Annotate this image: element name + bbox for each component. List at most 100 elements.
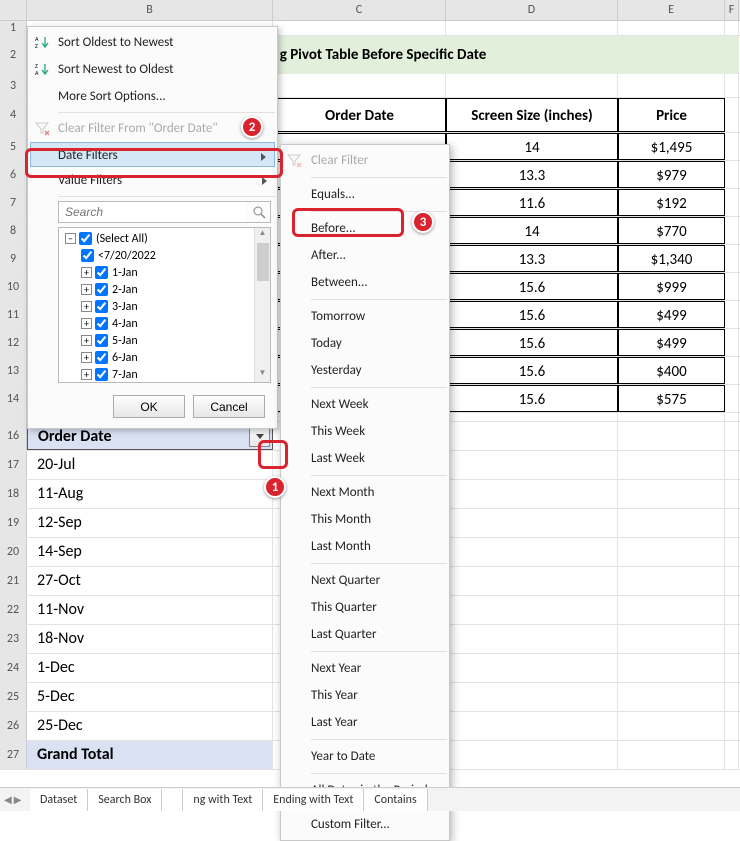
ok-button[interactable]: OK [113,395,185,418]
row-header[interactable]: 13 [0,357,27,384]
cell-price[interactable]: $575 [618,385,725,412]
row-header[interactable]: 27 [0,741,27,769]
row-header[interactable]: 10 [0,273,27,300]
sheet-tab[interactable] [162,789,183,811]
row-header[interactable]: 22 [0,596,27,624]
row-header[interactable]: 2 [0,36,27,73]
filter-checkbox[interactable] [81,249,94,262]
tab-nav-arrows[interactable]: ◀▶ [4,793,21,806]
row-header[interactable]: 20 [0,538,27,566]
cell-screen-size[interactable]: 11.6 [446,189,618,216]
filter-checkbox[interactable] [95,368,108,381]
row-header[interactable]: 6 [0,161,27,188]
filter-value-item[interactable]: +3-Jan [61,298,268,315]
select-all-corner[interactable] [0,0,27,20]
sort-newest-oldest[interactable]: ZA Sort Newest to Oldest [30,56,275,83]
filter-values-tree[interactable]: −(Select All)<7/20/2022+1-Jan+2-Jan+3-Ja… [58,227,271,383]
row-header[interactable]: 1 [0,21,27,35]
filter-value-item[interactable]: +6-Jan [61,349,268,366]
col-header-C[interactable]: C [273,0,446,20]
filter-value-item[interactable]: +4-Jan [61,315,268,332]
sort-oldest-newest[interactable]: AZ Sort Oldest to Newest [30,29,275,56]
filter-checkbox[interactable] [95,334,108,347]
sub-after[interactable]: After... [283,242,447,269]
sub-next-week[interactable]: Next Week [283,391,447,418]
filter-checkbox[interactable] [95,300,108,313]
sub-next-year[interactable]: Next Year [283,655,447,682]
value-filters[interactable]: Value Filters [30,167,275,194]
collapse-icon[interactable]: − [65,233,76,244]
date-filters[interactable]: Date Filters [30,142,275,167]
cell-price[interactable]: $979 [618,161,725,188]
row-header[interactable]: 8 [0,217,27,244]
cell-price[interactable]: $770 [618,217,725,244]
sub-next-month[interactable]: Next Month [283,479,447,506]
sub-last-quarter[interactable]: Last Quarter [283,621,447,648]
sub-this-quarter[interactable]: This Quarter [283,594,447,621]
cell-screen-size[interactable]: 15.6 [446,301,618,328]
sub-yesterday[interactable]: Yesterday [283,357,447,384]
row-header[interactable]: 14 [0,385,27,412]
col-header-F[interactable]: F [725,0,739,20]
filter-checkbox[interactable] [95,351,108,364]
row-header[interactable] [0,413,27,421]
filter-checkbox[interactable] [95,266,108,279]
row-header[interactable]: 16 [0,422,27,450]
row-header[interactable]: 9 [0,245,27,272]
pivot-row-label[interactable]: 11-Nov [27,596,273,624]
cell-price[interactable]: $499 [618,329,725,356]
row-header[interactable]: 17 [0,451,27,479]
sub-between[interactable]: Between... [283,269,447,296]
filter-value-item[interactable]: +5-Jan [61,332,268,349]
sub-next-quarter[interactable]: Next Quarter [283,567,447,594]
filter-search-box[interactable] [58,201,271,223]
pivot-row-label[interactable]: 25-Dec [27,712,273,740]
cell-price[interactable]: $499 [618,301,725,328]
expand-icon[interactable]: + [81,318,92,329]
scrollbar[interactable]: ▲ ▼ [254,228,270,382]
filter-value-item[interactable]: +1-Jan [61,264,268,281]
expand-icon[interactable]: + [81,267,92,278]
filter-value-item[interactable]: −(Select All) [61,230,268,247]
sub-year-to-date[interactable]: Year to Date [283,743,447,770]
sub-equals[interactable]: Equals... [283,181,447,208]
row-header[interactable]: 4 [0,98,27,132]
pivot-row-label[interactable]: 18-Nov [27,625,273,653]
sub-tomorrow[interactable]: Tomorrow [283,303,447,330]
cell-price[interactable]: $192 [618,189,725,216]
filter-dropdown-button[interactable] [249,426,270,447]
col-header-E[interactable]: E [618,0,725,20]
row-header[interactable]: 25 [0,683,27,711]
cell-screen-size[interactable]: 14 [446,133,618,160]
cell-screen-size[interactable]: 15.6 [446,273,618,300]
filter-value-item[interactable]: +7-Jan [61,366,268,383]
cell-screen-size[interactable]: 13.3 [446,161,618,188]
expand-icon[interactable]: + [81,352,92,363]
row-header[interactable]: 21 [0,567,27,595]
sheet-tab[interactable]: Contains [364,789,427,811]
filter-value-item[interactable]: +2-Jan [61,281,268,298]
row-header[interactable]: 23 [0,625,27,653]
pivot-row-label[interactable]: 20-Jul [27,451,273,479]
sub-today[interactable]: Today [283,330,447,357]
filter-checkbox[interactable] [79,232,92,245]
expand-icon[interactable]: + [81,369,92,380]
filter-checkbox[interactable] [95,317,108,330]
row-header[interactable]: 19 [0,509,27,537]
expand-icon[interactable]: + [81,284,92,295]
more-sort-options[interactable]: More Sort Options... [30,83,275,110]
sheet-tab[interactable]: Ending with Text [263,789,364,811]
row-header[interactable]: 12 [0,329,27,356]
cell-screen-size[interactable]: 15.6 [446,385,618,412]
cancel-button[interactable]: Cancel [193,395,265,418]
sub-last-week[interactable]: Last Week [283,445,447,472]
cell-screen-size[interactable]: 15.6 [446,357,618,384]
col-header-D[interactable]: D [446,0,618,20]
row-header[interactable]: 26 [0,712,27,740]
cell-price[interactable]: $999 [618,273,725,300]
row-header[interactable]: 24 [0,654,27,682]
row-header[interactable]: 3 [0,74,27,97]
cell-screen-size[interactable]: 14 [446,217,618,244]
expand-icon[interactable]: + [81,301,92,312]
filter-checkbox[interactable] [95,283,108,296]
